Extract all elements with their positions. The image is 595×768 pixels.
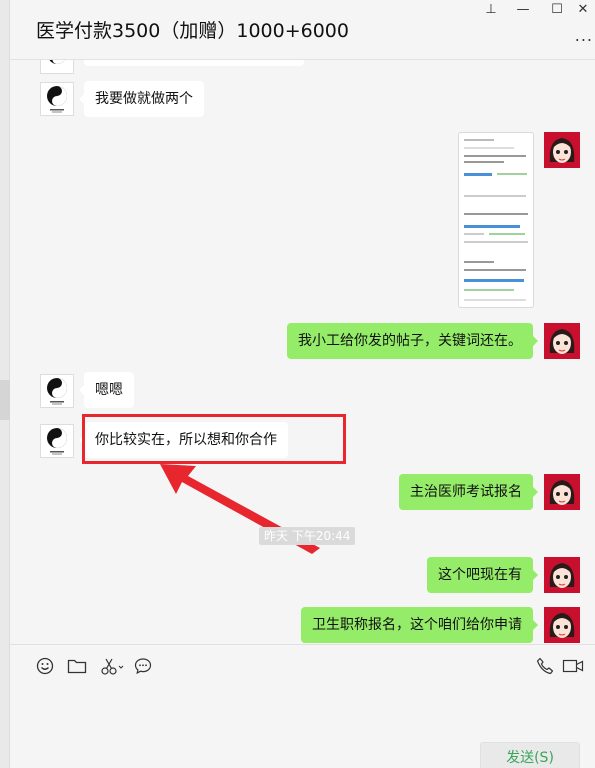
folder-icon[interactable] xyxy=(66,655,88,677)
message-timestamp: 昨天 下午20:44 xyxy=(259,527,356,545)
message-bubble-outgoing[interactable]: 主治医师考试报名 xyxy=(399,474,538,510)
more-icon[interactable]: ... xyxy=(575,26,593,45)
anime-avatar-icon xyxy=(544,607,580,643)
minimize-icon[interactable]: — xyxy=(513,2,533,17)
chat-bubble-icon[interactable] xyxy=(132,655,154,677)
anime-avatar-icon xyxy=(544,557,580,593)
chat-title: 医学付款3500（加赠）1000+6000 xyxy=(36,20,349,42)
phone-icon[interactable] xyxy=(534,655,556,677)
left-panel-marker xyxy=(0,380,10,420)
input-area[interactable]: 发送(S) xyxy=(10,645,595,768)
video-icon[interactable] xyxy=(561,655,585,677)
emoji-icon[interactable] xyxy=(34,655,56,677)
close-icon[interactable]: ✕ xyxy=(573,2,593,17)
title-bar: 医学付款3500（加赠）1000+6000 ⊥ — ☐ ✕ ... xyxy=(10,0,595,60)
my-avatar[interactable] xyxy=(544,557,580,593)
anime-avatar-icon xyxy=(544,474,580,510)
chat-messages[interactable]: 我要做就做两个 我小工给你发的帖子，关键词还在。 嗯嗯 你比较实在，所以想和你合… xyxy=(10,60,595,644)
pin-icon[interactable]: ⊥ xyxy=(481,2,501,17)
message-bubble-outgoing[interactable]: 这个吧现在有 xyxy=(427,557,538,593)
my-avatar[interactable] xyxy=(544,474,580,510)
my-avatar[interactable] xyxy=(544,607,580,643)
send-button[interactable]: 发送(S) xyxy=(480,742,580,768)
scissors-icon[interactable] xyxy=(99,655,127,677)
message-bubble-outgoing[interactable]: 卫生职称报名，这个咱们给你申请 xyxy=(301,607,538,643)
maximize-icon[interactable]: ☐ xyxy=(547,2,567,17)
left-panel-edge xyxy=(0,0,10,768)
